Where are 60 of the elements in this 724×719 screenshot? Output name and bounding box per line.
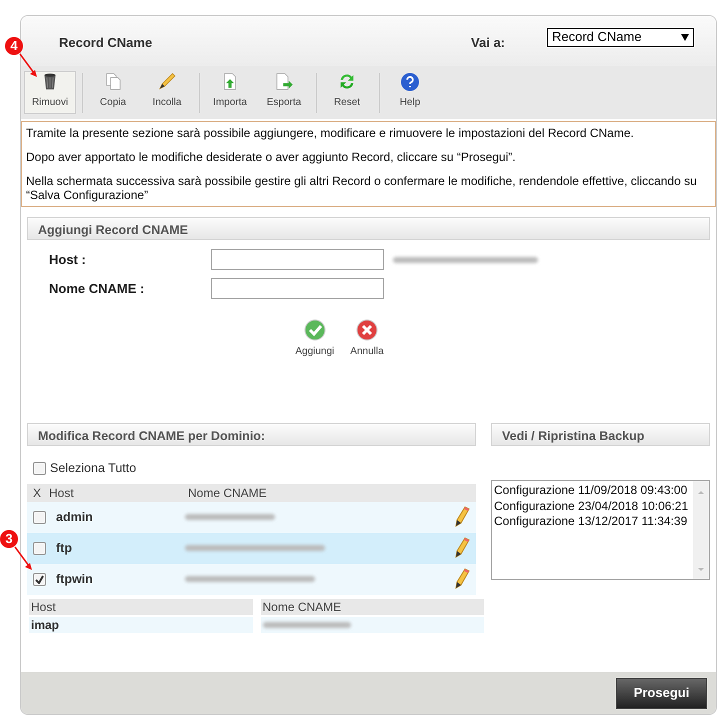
column-header: Host (49, 484, 75, 502)
toolbar-button[interactable]: Help (384, 71, 436, 114)
list-item[interactable]: Configurazione 23/04/2018 10:06:21 (494, 498, 691, 514)
toolbar-button[interactable]: Incolla (141, 71, 193, 114)
toolbar-button[interactable]: Importa (204, 71, 256, 114)
scroll-up-icon[interactable] (698, 491, 704, 494)
annotation-arrow (19, 53, 39, 79)
pencil-icon (454, 537, 470, 560)
goto-dropdown[interactable]: Record CName (547, 28, 694, 46)
annotation-marker: 3 (0, 530, 18, 548)
text-field[interactable] (211, 249, 384, 270)
checkbox[interactable] (33, 572, 46, 586)
column-header: Host (29, 598, 252, 615)
add-button[interactable]: Aggiungi (295, 319, 334, 359)
info-text: Dopo aver apportato le modifiche desiderate o aver aggiunto Record, cliccare su “Prosegui”. (26, 150, 517, 164)
table-cell: imap (29, 616, 252, 633)
continue-button[interactable]: Prosegui (616, 678, 707, 708)
checkbox[interactable] (33, 510, 46, 524)
toolbar-button[interactable]: Copia (87, 71, 139, 114)
annotation-marker: 4 (5, 37, 23, 55)
goto-label: Vai a: (471, 34, 505, 52)
info-text: Tramite la presente sezione sarà possibile aggiungere, modificare e rimuovere le impostazioni del Record CName. (26, 126, 635, 140)
field-label: Host : (48, 250, 87, 269)
column-header: Nome CNAME (260, 598, 484, 615)
info-text: Nella schermata successiva sarà possibile gestire gli altri Record o confermare le modifiche, rendendole effettive, cliccando su “Salva Configurazione” (26, 174, 698, 202)
table-cell-text: admin (55, 508, 94, 526)
list-item[interactable]: Configurazione 11/09/2018 09:43:00 (494, 483, 691, 498)
table-row[interactable]: ftpwin (27, 564, 476, 595)
edit-button[interactable] (454, 506, 470, 528)
text-field[interactable] (211, 278, 384, 299)
section-header: Vedi / Ripristina Backup (491, 423, 710, 446)
section-header: Aggiungi Record CNAME (27, 217, 710, 240)
check-icon (304, 319, 326, 341)
column-header: Nome CNAME (188, 484, 267, 502)
edit-button[interactable] (454, 568, 470, 590)
table-row[interactable]: admin (27, 502, 476, 533)
section-header: Modifica Record CNAME per Dominio: (27, 423, 476, 446)
checkbox-label: Seleziona Tutto (50, 460, 136, 477)
column-header: X (32, 484, 42, 502)
annotation-arrow (14, 546, 34, 572)
toolbar-button[interactable]: Rimuovi (24, 71, 76, 114)
help-icon (401, 73, 419, 91)
table-cell-text: ftpwin (55, 570, 94, 588)
toolbar-button[interactable]: Reset (321, 71, 373, 114)
table-row[interactable]: ftp (27, 532, 476, 564)
cancel-button[interactable]: Annulla (350, 319, 384, 359)
backup-list[interactable]: Configurazione 11/09/2018 09:43:00 Configurazione 23/04/2018 10:06:21 Configurazione 13/12/2017 11:34:39 (491, 480, 710, 580)
scroll-down-icon[interactable] (698, 568, 704, 571)
field-label: Nome CNAME : (48, 280, 146, 298)
table-cell-text: ftp (55, 540, 73, 557)
caret-icon (681, 34, 689, 40)
toolbar-button[interactable]: Esporta (258, 71, 310, 114)
pencil-icon (454, 506, 470, 528)
pencil-icon (454, 568, 470, 590)
list-item[interactable]: Configurazione 13/12/2017 11:34:39 (494, 514, 691, 530)
checkbox[interactable] (33, 462, 46, 475)
edit-button[interactable] (454, 537, 470, 560)
page-title: Record CName (59, 34, 152, 52)
checkbox[interactable] (33, 542, 46, 555)
cross-icon (356, 319, 378, 341)
